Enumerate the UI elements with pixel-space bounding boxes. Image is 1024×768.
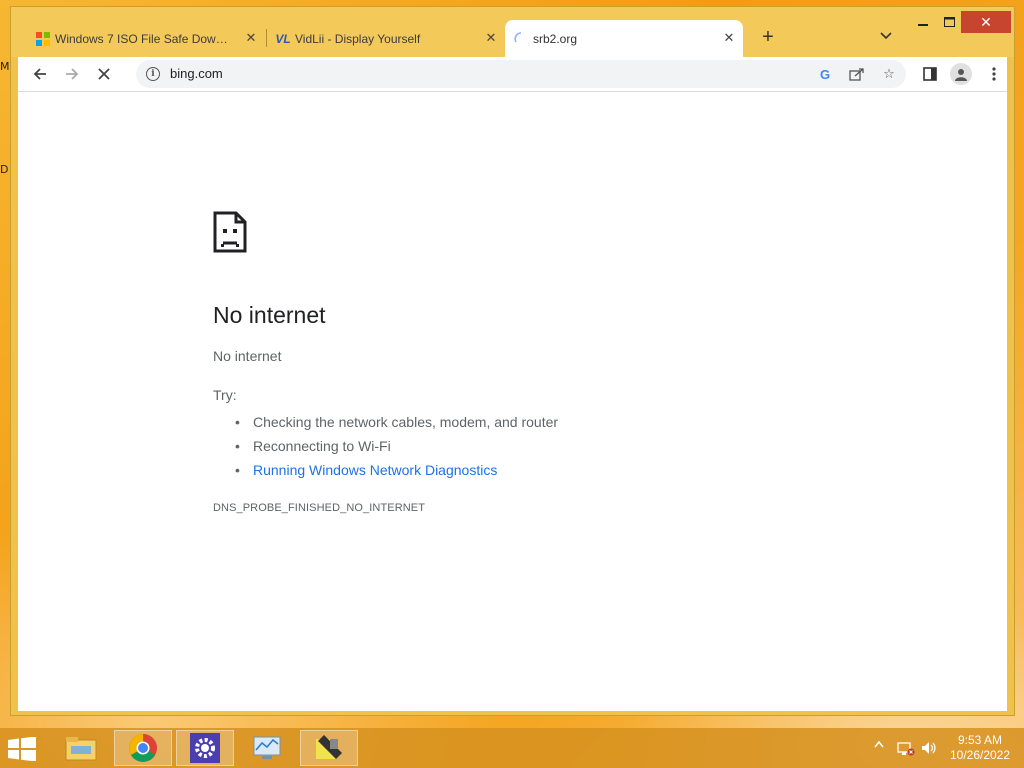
new-tab-button[interactable]: +	[757, 26, 779, 48]
close-tab-icon[interactable]: ✕	[483, 30, 499, 46]
info-icon[interactable]: i	[146, 67, 160, 81]
page-content: No internet No internet Try: Checking th…	[18, 91, 1007, 711]
taskbar: 9:53 AM 10/26/2022	[0, 728, 1024, 768]
error-subtitle: No internet	[213, 348, 282, 364]
url-text[interactable]: bing.com	[170, 66, 223, 81]
tab-windows7-iso[interactable]: Windows 7 ISO File Safe Downlo ✕	[27, 20, 265, 57]
chrome-icon[interactable]	[114, 730, 172, 766]
loading-spinner-icon	[513, 31, 529, 47]
bookmark-star-icon[interactable]: ☆	[880, 65, 898, 83]
clock-time: 9:53 AM	[957, 733, 1003, 747]
file-explorer-icon[interactable]	[52, 730, 110, 766]
stop-loading-icon[interactable]	[92, 62, 116, 86]
side-panel-icon[interactable]	[918, 62, 942, 86]
browser-toolbar: i bing.com G ☆	[18, 57, 1007, 91]
desktop-icon-label[interactable]: D	[0, 163, 8, 176]
maximize-button[interactable]	[935, 11, 963, 33]
address-bar[interactable]: i bing.com G ☆	[136, 60, 906, 88]
desktop-icon-label[interactable]: M	[0, 60, 10, 73]
tab-title: VidLii - Display Yourself	[295, 31, 421, 46]
clock-date: 10/26/2022	[949, 748, 1011, 762]
tab-srb2[interactable]: srb2.org ✕	[505, 20, 743, 57]
profile-avatar-icon[interactable]	[950, 63, 972, 85]
google-lens-icon[interactable]: G	[816, 65, 834, 83]
share-icon[interactable]	[848, 65, 866, 83]
windows-start-icon[interactable]	[8, 736, 38, 762]
system-clock[interactable]: 9:53 AM 10/26/2022	[940, 733, 1020, 763]
close-tab-icon[interactable]: ✕	[721, 30, 737, 46]
vidlii-logo-icon: VL	[275, 32, 291, 46]
forward-arrow-icon[interactable]	[60, 62, 84, 86]
error-title: No internet	[213, 302, 326, 328]
error-code: DNS_PROBE_FINISHED_NO_INTERNET	[213, 502, 426, 514]
tab-title: Windows 7 ISO File Safe Downlo	[55, 31, 229, 46]
suggestion-item: Checking the network cables, modem, and …	[233, 410, 558, 434]
minimize-button[interactable]	[909, 11, 937, 33]
browser-window: Windows 7 ISO File Safe Downlo ✕ VL VidL…	[10, 6, 1015, 716]
more-menu-icon[interactable]	[982, 62, 1006, 86]
volume-icon[interactable]	[920, 740, 938, 756]
tab-title: srb2.org	[533, 31, 578, 46]
tab-strip: Windows 7 ISO File Safe Downlo ✕ VL VidL…	[11, 7, 1014, 57]
paint-tool-icon[interactable]	[300, 730, 358, 766]
suggestion-list: Checking the network cables, modem, and …	[233, 410, 558, 482]
close-tab-icon[interactable]: ✕	[243, 30, 259, 46]
network-diagnostics-link[interactable]: Running Windows Network Diagnostics	[233, 458, 558, 482]
suggestion-item: Reconnecting to Wi-Fi	[233, 434, 558, 458]
back-arrow-icon[interactable]	[28, 62, 52, 86]
network-icon[interactable]	[897, 740, 915, 756]
show-hidden-icons-icon[interactable]	[874, 740, 884, 748]
tab-vidlii[interactable]: VL VidLii - Display Yourself ✕	[267, 20, 505, 57]
close-window-button[interactable]: ✕	[961, 11, 1011, 33]
chevron-down-icon[interactable]	[877, 27, 895, 45]
try-label: Try:	[213, 387, 237, 403]
performance-monitor-icon[interactable]	[238, 730, 296, 766]
sad-document-icon	[212, 210, 248, 259]
settings-icon[interactable]	[176, 730, 234, 766]
windows-logo-icon	[35, 31, 51, 47]
